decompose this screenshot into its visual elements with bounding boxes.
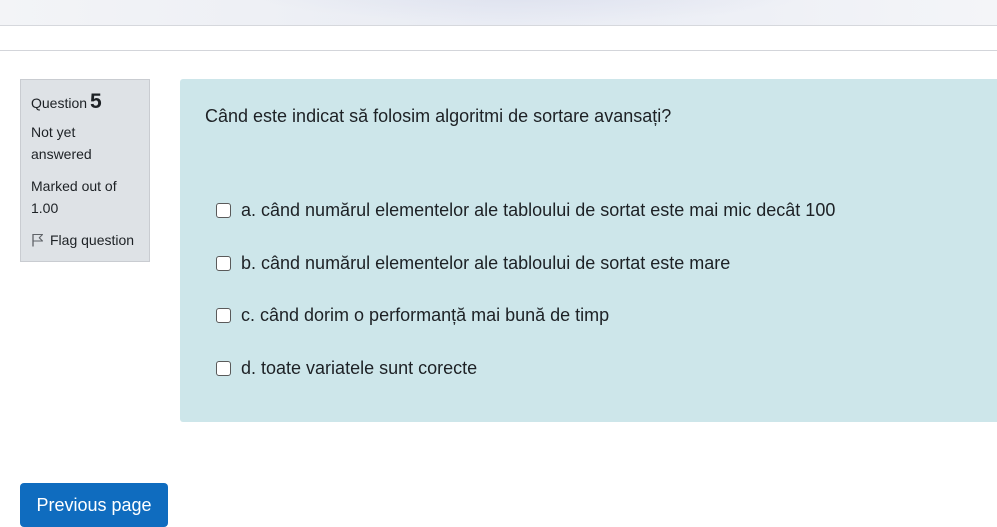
- question-label: Question: [31, 95, 88, 111]
- previous-page-button[interactable]: Previous page: [20, 483, 168, 527]
- answer-option-d[interactable]: d. toate variatele sunt corecte: [216, 358, 477, 379]
- question-content: Când este indicat să folosim algoritmi d…: [180, 79, 997, 422]
- header-decoration: [250, 0, 810, 24]
- answer-label: c. când dorim o performanță mai bună de …: [241, 305, 610, 325]
- checkbox[interactable]: [216, 256, 231, 271]
- checkbox[interactable]: [216, 308, 231, 323]
- answer-label: a. când numărul elementelor ale tabloulu…: [241, 200, 836, 220]
- header-divider: [0, 50, 997, 51]
- previous-page-label: Previous page: [36, 495, 152, 515]
- answer-option-a[interactable]: a. când numărul elementelor ale tabloulu…: [216, 200, 835, 221]
- answer-label: b. când numărul elementelor ale tabloulu…: [241, 253, 731, 273]
- question-state: Not yet answered: [31, 124, 92, 162]
- answer-option-c[interactable]: c. când dorim o performanță mai bună de …: [216, 305, 609, 326]
- page-header-banner: [0, 0, 997, 26]
- flag-question-label: Flag question: [50, 232, 135, 248]
- question-number: 5: [90, 90, 102, 113]
- flag-question-link[interactable]: Flag question: [31, 229, 139, 251]
- question-grade: Marked out of 1.00: [31, 178, 117, 216]
- answer-label: d. toate variatele sunt corecte: [241, 358, 478, 378]
- question-number-row: Question 5: [31, 90, 139, 115]
- checkbox[interactable]: [216, 203, 231, 218]
- question-text: Când este indicat să folosim algoritmi d…: [205, 106, 672, 126]
- flag-icon: [32, 233, 44, 247]
- answer-option-b[interactable]: b. când numărul elementelor ale tabloulu…: [216, 253, 730, 274]
- question-info-box: Question 5 Not yet answered Marked out of…: [20, 79, 150, 262]
- checkbox[interactable]: [216, 361, 231, 376]
